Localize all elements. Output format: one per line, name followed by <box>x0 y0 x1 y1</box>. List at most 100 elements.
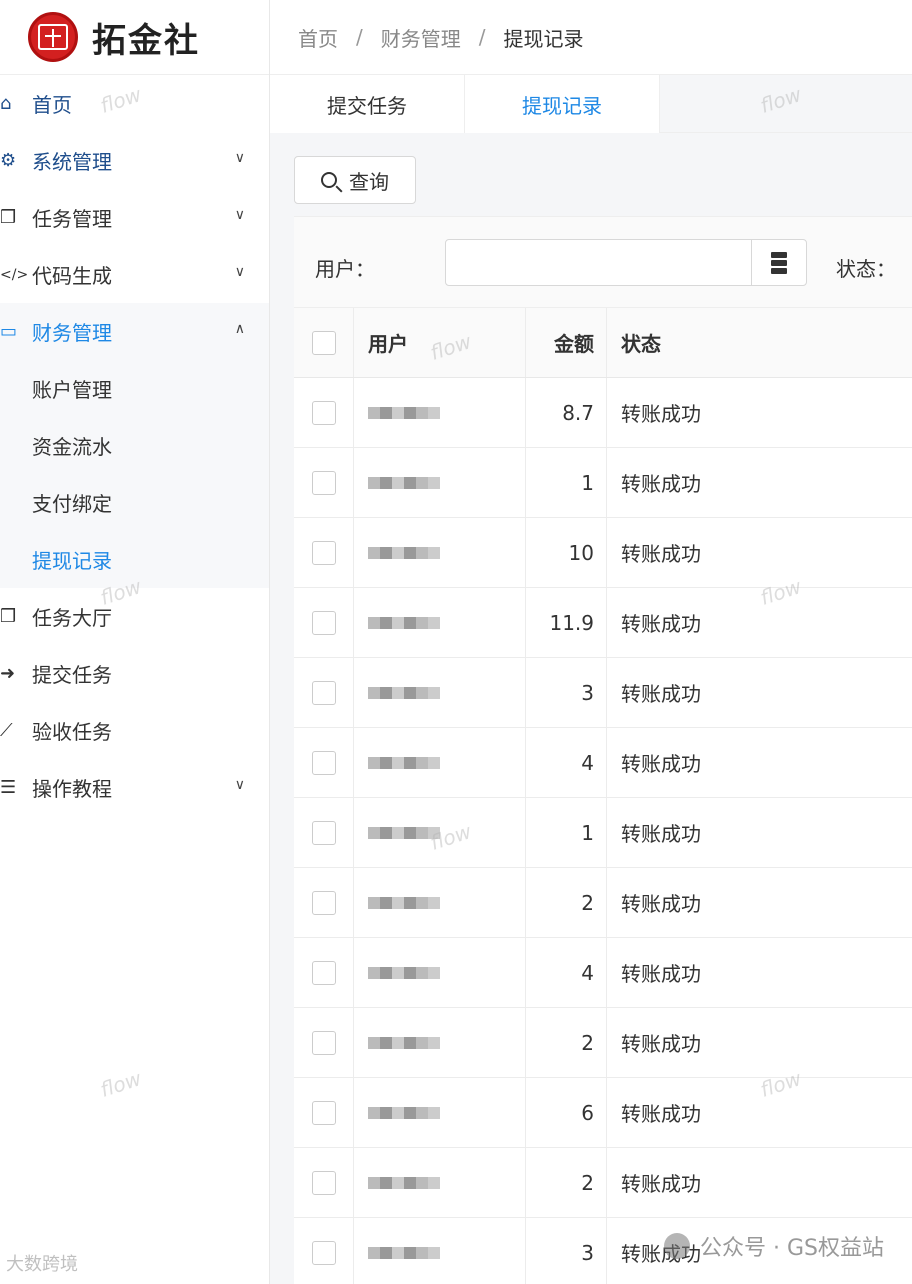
sidebar-item-task-manage[interactable]: ❒ 任务管理 ∨ <box>0 189 269 246</box>
row-checkbox[interactable] <box>311 470 336 495</box>
home-icon: ⌂ <box>0 93 12 114</box>
table-row[interactable]: 2 转账成功 <box>294 1148 912 1218</box>
cell-amount: 1 <box>526 448 607 517</box>
wechat-icon <box>664 1233 690 1259</box>
redacted-username <box>368 613 440 633</box>
table-row[interactable]: 1 转账成功 <box>294 448 912 518</box>
sidebar-item-tutorial[interactable]: ☰ 操作教程 ∨ <box>0 759 269 816</box>
money-icon: ▭ <box>0 321 18 342</box>
breadcrumb-home[interactable]: 首页 <box>298 23 338 52</box>
cell-amount: 4 <box>526 938 607 1007</box>
cell-amount: 2 <box>526 1148 607 1217</box>
row-checkbox[interactable] <box>311 610 336 635</box>
sidebar-item-accounts[interactable]: 账户管理 <box>0 360 269 417</box>
corner-watermark: 大数跨境 <box>6 1254 78 1275</box>
row-checkbox[interactable] <box>311 820 336 845</box>
tab-withdrawals[interactable]: 提现记录 <box>465 75 660 133</box>
cell-user <box>354 518 526 587</box>
table-body: 8.7 转账成功 1 转账成功 10 转账成功 11.9 转账成功 3 转账成功 4 转账成功 1 转账成… <box>294 378 912 1284</box>
select-all-checkbox[interactable] <box>311 330 336 355</box>
cell-status: 转账成功 <box>621 752 701 776</box>
table-row[interactable]: 8.7 转账成功 <box>294 378 912 448</box>
cell-user <box>354 658 526 727</box>
row-checkbox[interactable] <box>311 680 336 705</box>
row-checkbox[interactable] <box>311 960 336 985</box>
withdrawal-table: 用户 金额 状态 8.7 转账成功 1 转账成功 10 转账成功 11.9 转账成功 3 转账成功… <box>294 308 912 1284</box>
column-header-amount[interactable]: 金额 <box>526 308 607 377</box>
sidebar-item-submit-task[interactable]: ➜ 提交任务 <box>0 645 269 702</box>
cell-amount: 3 <box>526 658 607 727</box>
table-row[interactable]: 1 转账成功 <box>294 798 912 868</box>
redacted-username <box>368 753 440 773</box>
sidebar-item-codegen[interactable]: </> 代码生成 ∨ <box>0 246 269 303</box>
cell-amount: 2 <box>526 868 607 937</box>
table-row[interactable]: 6 转账成功 <box>294 1078 912 1148</box>
tab-submit-task[interactable]: 提交任务 <box>270 75 465 133</box>
sidebar-item-withdrawals[interactable]: 提现记录 <box>0 531 269 588</box>
logo[interactable]: 拓金社 <box>0 0 269 75</box>
chevron-down-icon: ∨ <box>234 207 245 223</box>
breadcrumb-section[interactable]: 财务管理 <box>381 23 461 52</box>
row-checkbox[interactable] <box>311 540 336 565</box>
sidebar: 拓金社 ⌂ 首页 ⚙ 系统管理 ∨ ❒ 任务管理 ∨ </> 代码生成 ∨ ▭ … <box>0 0 270 1284</box>
sidebar-item-home[interactable]: ⌂ 首页 <box>0 75 269 132</box>
cell-user <box>354 378 526 447</box>
row-checkbox[interactable] <box>311 1170 336 1195</box>
cell-status: 转账成功 <box>621 962 701 986</box>
table-row[interactable]: 4 转账成功 <box>294 728 912 798</box>
breadcrumb-separator: / <box>478 25 486 49</box>
redacted-username <box>368 1173 440 1193</box>
user-select-button[interactable] <box>751 239 807 286</box>
cell-status: 转账成功 <box>621 682 701 706</box>
user-filter-label: 用户： <box>315 257 375 281</box>
redacted-username <box>368 1033 440 1053</box>
cell-amount: 11.9 <box>526 588 607 657</box>
cell-amount: 3 <box>526 1218 607 1284</box>
table-row[interactable]: 10 转账成功 <box>294 518 912 588</box>
chevron-down-icon: ∨ <box>234 150 245 166</box>
cell-user <box>354 728 526 797</box>
table-row[interactable]: 11.9 转账成功 <box>294 588 912 658</box>
redacted-username <box>368 1243 440 1263</box>
sidebar-item-system[interactable]: ⚙ 系统管理 ∨ <box>0 132 269 189</box>
list-select-icon <box>771 251 787 274</box>
code-icon: </> <box>0 266 29 283</box>
row-checkbox[interactable] <box>311 1100 336 1125</box>
column-header-user[interactable]: 用户 <box>354 308 526 377</box>
cell-status: 转账成功 <box>621 402 701 426</box>
row-checkbox[interactable] <box>311 400 336 425</box>
row-checkbox[interactable] <box>311 750 336 775</box>
column-header-status[interactable]: 状态 <box>607 308 661 377</box>
breadcrumb: 首页 / 财务管理 / 提现记录 <box>270 0 912 75</box>
sidebar-item-payment-binding[interactable]: 支付绑定 <box>0 474 269 531</box>
redacted-username <box>368 823 440 843</box>
table-row[interactable]: 2 转账成功 <box>294 868 912 938</box>
logo-icon <box>28 12 78 62</box>
cubes-icon: ❒ <box>0 606 17 627</box>
row-checkbox[interactable] <box>311 890 336 915</box>
redacted-username <box>368 543 440 563</box>
sidebar-item-review-task[interactable]: ⟋ 验收任务 <box>0 702 269 759</box>
sidebar-item-task-hall[interactable]: ❒ 任务大厅 <box>0 588 269 645</box>
sidebar-item-finance[interactable]: ▭ 财务管理 ∧ <box>0 303 269 360</box>
sidebar-item-cashflow[interactable]: 资金流水 <box>0 417 269 474</box>
cell-status: 转账成功 <box>621 1032 701 1056</box>
cell-user <box>354 938 526 1007</box>
table-row[interactable]: 4 转账成功 <box>294 938 912 1008</box>
cell-user <box>354 588 526 657</box>
table-row[interactable]: 2 转账成功 <box>294 1008 912 1078</box>
row-checkbox[interactable] <box>311 1240 336 1265</box>
query-button[interactable]: 查询 <box>294 156 416 204</box>
search-icon <box>321 172 337 188</box>
status-filter-label: 状态： <box>836 257 896 281</box>
cell-amount: 1 <box>526 798 607 867</box>
cell-status: 转账成功 <box>621 1172 701 1196</box>
table-row[interactable]: 3 转账成功 <box>294 658 912 728</box>
row-checkbox[interactable] <box>311 1030 336 1055</box>
user-filter-input[interactable] <box>445 239 752 286</box>
finance-submenu: 账户管理 资金流水 支付绑定 提现记录 <box>0 360 269 588</box>
sidebar-menu: ⌂ 首页 ⚙ 系统管理 ∨ ❒ 任务管理 ∨ </> 代码生成 ∨ ▭ 财务管理… <box>0 75 269 816</box>
cell-user <box>354 868 526 937</box>
cubes-icon: ❒ <box>0 207 17 228</box>
cell-amount: 10 <box>526 518 607 587</box>
